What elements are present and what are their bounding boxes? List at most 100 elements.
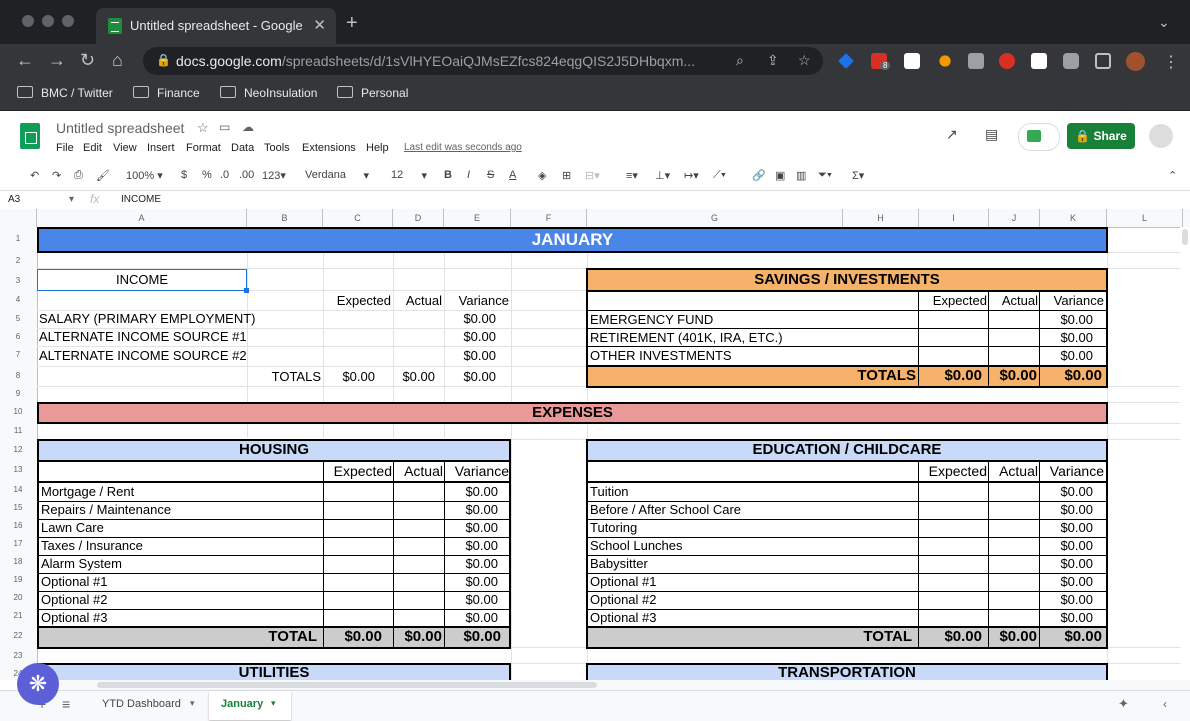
more-formats-button[interactable]: 123▾ [262, 169, 286, 182]
row-header[interactable]: 5 [0, 314, 36, 323]
vertical-scrollbar[interactable] [1180, 227, 1190, 680]
ext-pen-icon[interactable] [1031, 53, 1047, 69]
name-box-dropdown-icon[interactable]: ▾ [69, 194, 74, 205]
education-item-variance[interactable]: $0.00 [1040, 555, 1095, 573]
filter-icon[interactable]: ⏷▾ [818, 169, 832, 182]
education-item-variance[interactable]: $0.00 [1040, 573, 1095, 591]
print-icon[interactable]: ⎙ [74, 169, 83, 182]
education-item-label[interactable]: Babysitter [588, 555, 918, 573]
bookmark-finance[interactable]: Finance [133, 86, 200, 100]
font-select[interactable]: Verdana ▾ [305, 169, 369, 182]
income-item-label[interactable]: ALTERNATE INCOME SOURCE #2 [37, 347, 323, 365]
row-header[interactable]: 4 [0, 295, 36, 304]
menu-insert[interactable]: Insert [147, 142, 175, 154]
housing-total-actual[interactable]: $0.00 [394, 628, 444, 646]
borders-icon[interactable]: ⊞ [562, 169, 571, 182]
italic-button[interactable]: I [467, 169, 470, 181]
education-item-label[interactable]: Optional #2 [588, 591, 918, 609]
housing-item-variance[interactable]: $0.00 [445, 483, 500, 501]
income-item-label[interactable]: SALARY (PRIMARY EMPLOYMENT) [37, 310, 323, 328]
education-item-variance[interactable]: $0.00 [1040, 591, 1095, 609]
housing-item-label[interactable]: Optional #1 [39, 573, 323, 591]
education-item-variance[interactable]: $0.00 [1040, 519, 1095, 537]
window-close-dot[interactable] [22, 15, 34, 27]
row-header[interactable]: 17 [0, 539, 36, 548]
text-rotation-icon[interactable]: ⟋▾ [713, 169, 726, 182]
row-header[interactable]: 2 [0, 256, 36, 265]
savings-item-variance[interactable]: $0.00 [1040, 311, 1095, 329]
bookmark-star-icon[interactable]: ☆ [798, 52, 811, 69]
scroll-thumb[interactable] [97, 682, 597, 688]
bookmark-bmc-twitter[interactable]: BMC / Twitter [17, 86, 113, 100]
education-item-label[interactable]: Tutoring [588, 519, 918, 537]
income-total-variance[interactable]: $0.00 [444, 368, 498, 386]
redo-icon[interactable]: ↷ [52, 169, 61, 182]
profile-avatar[interactable] [1126, 52, 1145, 71]
browser-menu-icon[interactable]: ⋮ [1163, 52, 1179, 72]
savings-item-variance[interactable]: $0.00 [1040, 347, 1095, 365]
education-item-variance[interactable]: $0.00 [1040, 483, 1095, 501]
savings-total-expected[interactable]: $0.00 [919, 367, 984, 385]
tab-close-icon[interactable]: ✕ [313, 16, 326, 34]
housing-item-variance[interactable]: $0.00 [445, 501, 500, 519]
menu-view[interactable]: View [113, 142, 137, 154]
income-item-label[interactable]: ALTERNATE INCOME SOURCE #1 [37, 328, 323, 346]
housing-item-variance[interactable]: $0.00 [445, 573, 500, 591]
doc-title[interactable]: Untitled spreadsheet [56, 120, 184, 136]
housing-item-label[interactable]: Lawn Care [39, 519, 323, 537]
savings-item-label[interactable]: EMERGENCY FUND [588, 311, 918, 329]
align-horizontal-icon[interactable]: ≡▾ [626, 169, 638, 182]
select-all-corner[interactable] [0, 209, 37, 227]
col-header-g[interactable]: G [587, 209, 843, 227]
chevron-down-icon[interactable]: ▾ [271, 698, 276, 709]
reload-icon[interactable]: ↻ [80, 50, 95, 71]
savings-item-variance[interactable]: $0.00 [1040, 329, 1095, 347]
activity-trend-icon[interactable]: ↗ [946, 126, 958, 143]
row-header[interactable]: 8 [0, 371, 36, 380]
education-total-expected[interactable]: $0.00 [919, 628, 984, 646]
bookmark-personal[interactable]: Personal [337, 86, 408, 100]
align-vertical-icon[interactable]: ⊥▾ [655, 169, 670, 182]
row-header[interactable]: 1 [0, 234, 36, 243]
row-header[interactable]: 20 [0, 593, 36, 602]
savings-item-label[interactable]: OTHER INVESTMENTS [588, 347, 918, 365]
fill-handle[interactable] [244, 288, 249, 293]
strikethrough-button[interactable]: S [487, 169, 494, 181]
ext-orange-icon[interactable] [939, 55, 951, 67]
row-header[interactable]: 9 [0, 389, 36, 398]
menu-help[interactable]: Help [366, 142, 389, 154]
text-wrap-icon[interactable]: ↦▾ [684, 169, 699, 182]
browser-tab[interactable]: Untitled spreadsheet - Google Sheets ✕ [96, 8, 336, 44]
zoom-lens-icon[interactable]: ⌕ [736, 52, 744, 69]
income-total-actual[interactable]: $0.00 [393, 368, 437, 386]
increase-decimal-button[interactable]: .00 [239, 169, 254, 181]
col-header-d[interactable]: D [393, 209, 444, 227]
comments-icon[interactable]: ▤ [985, 126, 998, 143]
education-item-label[interactable]: Optional #3 [588, 609, 918, 627]
notion-extension-icon[interactable] [904, 53, 920, 69]
insert-link-icon[interactable]: 🔗 [752, 169, 766, 182]
education-total-variance[interactable]: $0.00 [1040, 628, 1104, 646]
omnibox[interactable]: 🔒 docs.google.com/spreadsheets/d/1sVlHYE… [143, 47, 823, 75]
housing-item-label[interactable]: Taxes / Insurance [39, 537, 323, 555]
home-icon[interactable]: ⌂ [112, 50, 123, 71]
share-button[interactable]: 🔒 Share [1067, 123, 1135, 149]
star-icon[interactable]: ☆ [197, 120, 209, 136]
percent-format-button[interactable]: % [202, 169, 212, 181]
row-header[interactable]: 18 [0, 557, 36, 566]
ext-red-icon[interactable]: 8 [871, 53, 891, 70]
housing-item-variance[interactable]: $0.00 [445, 609, 500, 627]
chevron-down-icon[interactable]: ▾ [190, 698, 195, 709]
extensions-puzzle-icon[interactable] [1063, 53, 1079, 69]
ext-lastpass-icon[interactable] [999, 53, 1015, 69]
window-minimize-dot[interactable] [42, 15, 54, 27]
housing-item-label[interactable]: Mortgage / Rent [39, 483, 323, 501]
new-tab-icon[interactable]: + [346, 12, 358, 35]
bold-button[interactable]: B [444, 169, 452, 181]
row-header[interactable]: 13 [0, 465, 36, 474]
month-title-band[interactable]: JANUARY [37, 227, 1108, 253]
back-icon[interactable]: ← [16, 50, 34, 71]
fill-color-icon[interactable]: ◈ [538, 169, 546, 182]
user-avatar[interactable] [1149, 124, 1173, 148]
row-header[interactable]: 6 [0, 332, 36, 341]
